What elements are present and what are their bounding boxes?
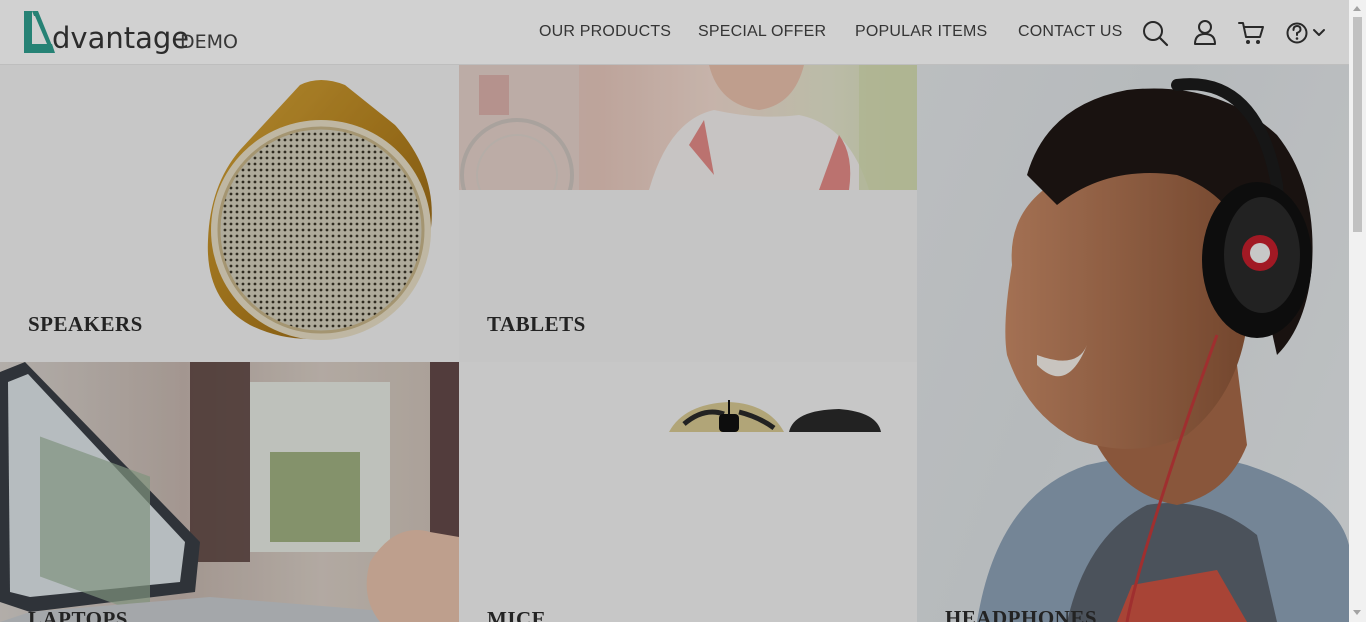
brand-name: dvantage bbox=[52, 21, 190, 55]
category-label: HEADPHONES bbox=[945, 606, 1098, 622]
logo-mark-icon bbox=[24, 11, 55, 53]
category-label: SPEAKERS bbox=[28, 312, 143, 336]
tablet-lifestyle-image bbox=[459, 65, 917, 190]
nav-contact-us[interactable]: CONTACT US bbox=[1018, 22, 1123, 42]
mouse-image bbox=[669, 400, 881, 432]
nav-popular-items[interactable]: POPULAR ITEMS bbox=[855, 22, 987, 42]
chevron-down-icon[interactable] bbox=[1312, 18, 1326, 48]
brand-logo[interactable]: dvantage DEMO bbox=[22, 10, 252, 58]
category-laptops[interactable]: LAPTOPS bbox=[0, 362, 459, 622]
category-mice[interactable]: MICE bbox=[459, 362, 917, 622]
category-label: MICE bbox=[487, 607, 547, 622]
scroll-thumb[interactable] bbox=[1353, 17, 1362, 232]
category-headphones[interactable]: HEADPHONES bbox=[917, 65, 1349, 622]
category-tablets[interactable]: TABLETS bbox=[459, 65, 917, 362]
headphones-image bbox=[977, 78, 1349, 622]
site-header: dvantage DEMO OUR PRODUCTS SPECIAL OFFER… bbox=[0, 0, 1349, 65]
scroll-up-icon[interactable] bbox=[1353, 6, 1361, 11]
user-icon[interactable] bbox=[1193, 18, 1217, 48]
help-icon[interactable] bbox=[1286, 18, 1310, 48]
laptop-image bbox=[0, 362, 459, 622]
cart-icon[interactable] bbox=[1237, 18, 1265, 48]
page-scrollbar[interactable] bbox=[1349, 0, 1366, 622]
brand-suffix: DEMO bbox=[180, 31, 238, 53]
category-label: LAPTOPS bbox=[28, 607, 128, 622]
search-icon[interactable] bbox=[1141, 18, 1169, 48]
nav-our-products[interactable]: OUR PRODUCTS bbox=[539, 22, 671, 42]
category-label: TABLETS bbox=[487, 312, 586, 336]
scroll-down-icon[interactable] bbox=[1353, 610, 1361, 615]
category-speakers[interactable]: SPEAKERS bbox=[0, 65, 459, 362]
nav-special-offer[interactable]: SPECIAL OFFER bbox=[698, 22, 826, 42]
